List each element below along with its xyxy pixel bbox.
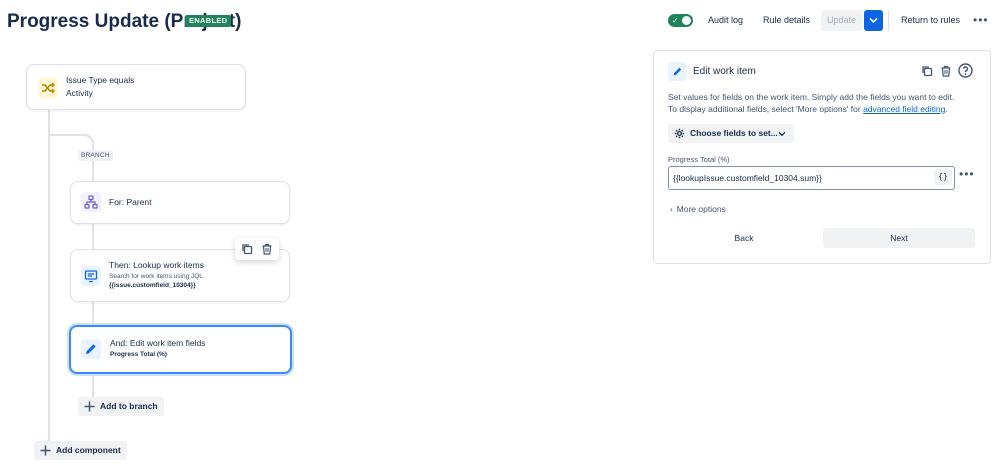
plus-icon [84, 401, 95, 412]
choose-fields-label: Choose fields to set... [690, 128, 778, 138]
chevron-right-icon: › [670, 205, 673, 214]
trigger-icon-wrap [38, 78, 58, 98]
more-actions-icon[interactable]: ••• [973, 10, 989, 31]
header-divider [888, 10, 889, 31]
trigger-sub: Activity [66, 88, 93, 98]
trash-icon[interactable] [940, 65, 952, 77]
lookup-jql: {{issue.customfield_10304}} [109, 282, 196, 289]
monitor-icon [84, 270, 98, 283]
main-connector [48, 108, 50, 445]
desc-line-2: To display additional fields, select 'Mo… [668, 104, 864, 114]
next-button[interactable]: Next [823, 228, 975, 248]
panel-icon-wrap [668, 62, 687, 81]
plus-icon [40, 445, 51, 456]
rule-details-button[interactable]: Rule details [758, 10, 815, 31]
chevron-down-icon [869, 17, 878, 24]
lookup-label: Then: Lookup work items [109, 260, 204, 270]
for-icon-wrap [81, 192, 101, 212]
branch-tag: BRANCH [78, 150, 113, 161]
check-icon: ✓ [672, 16, 679, 25]
add-to-branch-button[interactable]: Add to branch [78, 397, 164, 416]
edit-sub: Progress Total (%) [110, 351, 167, 358]
progress-total-label: Progress Total (%) [668, 155, 730, 164]
panel-title: Edit work item [693, 66, 756, 77]
trigger-card[interactable]: Issue Type equals Activity [26, 64, 246, 110]
field-more-icon[interactable]: ••• [959, 167, 975, 181]
chevron-down-icon [778, 131, 786, 137]
card-toolbar [235, 238, 279, 260]
add-to-branch-label: Add to branch [100, 401, 158, 411]
trigger-label: Issue Type equals [66, 75, 135, 85]
smart-value-button[interactable]: {} [934, 169, 952, 185]
shuffle-icon [42, 82, 55, 94]
hierarchy-icon [84, 195, 98, 209]
desc-line-1: Set values for fields on the work item. … [668, 92, 955, 102]
for-label: For: Parent [109, 197, 152, 207]
lookup-sub: Search for work items using JQL [109, 273, 203, 280]
trash-icon[interactable] [261, 243, 273, 255]
choose-fields-button[interactable]: Choose fields to set... [668, 124, 794, 143]
edit-label: And: Edit work item fields [110, 338, 206, 348]
add-component-label: Add component [56, 445, 121, 455]
more-options-toggle[interactable]: › More options [670, 204, 726, 214]
help-icon[interactable] [958, 63, 973, 78]
copy-icon[interactable] [241, 243, 253, 255]
update-dropdown-button[interactable] [864, 10, 883, 31]
pencil-icon [86, 344, 96, 354]
more-options-label: More options [676, 204, 726, 214]
pencil-icon [673, 67, 682, 76]
for-parent-card[interactable]: For: Parent [70, 181, 290, 224]
gear-icon [674, 128, 685, 139]
status-badge: ENABLED [185, 15, 232, 27]
advanced-field-editing-link[interactable]: advanced field editing [863, 104, 945, 114]
toggle-knob [682, 16, 691, 25]
update-button[interactable]: Update [821, 10, 862, 31]
panel-description: Set values for fields on the work item. … [668, 91, 968, 115]
audit-log-button[interactable]: Audit log [703, 10, 748, 31]
back-button[interactable]: Back [668, 228, 820, 248]
edit-icon-wrap [81, 339, 101, 359]
add-component-button[interactable]: Add component [34, 441, 127, 460]
copy-icon[interactable] [921, 65, 933, 77]
lookup-icon-wrap [81, 266, 101, 286]
desc-end: . [945, 104, 948, 114]
progress-total-input[interactable]: {{lookupIssue.customfield_10304.sum}} {} [668, 166, 955, 190]
return-to-rules-button[interactable]: Return to rules [896, 10, 965, 31]
edit-fields-card[interactable]: And: Edit work item fields Progress Tota… [69, 325, 292, 374]
progress-total-value: {{lookupIssue.customfield_10304.sum}} [673, 173, 822, 183]
enable-toggle[interactable]: ✓ [668, 14, 693, 27]
